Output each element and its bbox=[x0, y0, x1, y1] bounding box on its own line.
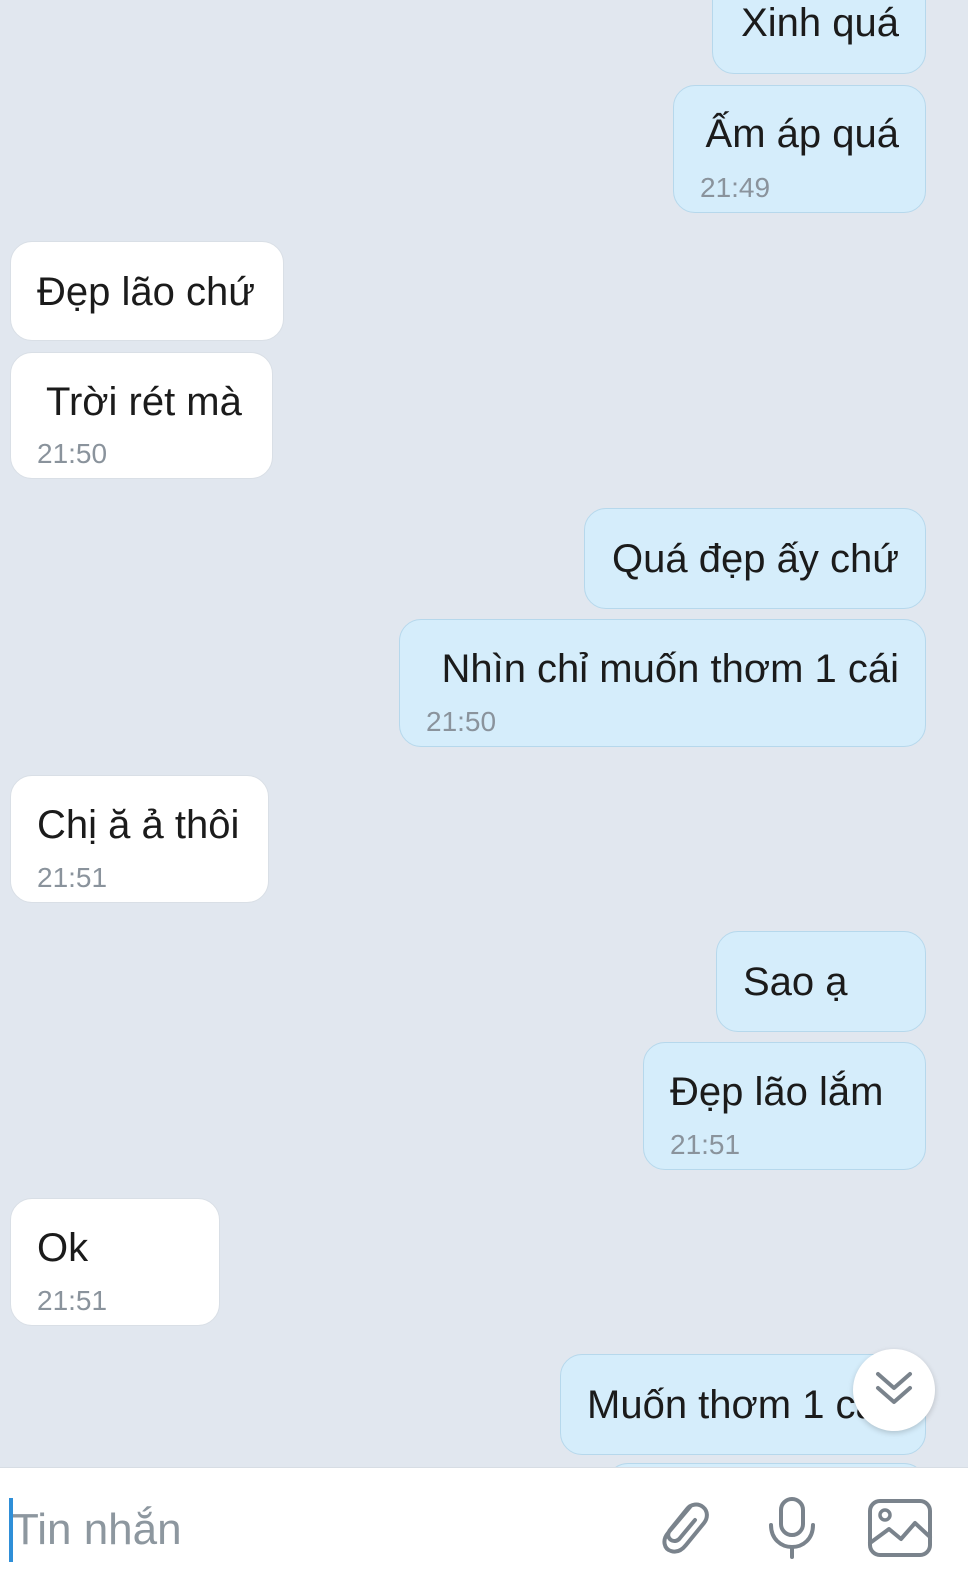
scroll-to-bottom-button[interactable] bbox=[853, 1349, 935, 1431]
message-text: Quá đẹp ấy chứ bbox=[612, 537, 899, 581]
message-bubble-outgoing[interactable]: Đẹp lão lắm 21:51 bbox=[643, 1042, 926, 1170]
message-timestamp: 21:49 bbox=[700, 172, 771, 203]
message-text: Nhìn chỉ muốn thơm 1 cái bbox=[441, 647, 899, 691]
image-icon bbox=[865, 1493, 935, 1568]
paperclip-icon bbox=[648, 1493, 718, 1568]
message-bubble-incoming[interactable]: Trời rét mà 21:50 bbox=[10, 352, 273, 479]
message-timestamp: 21:50 bbox=[426, 706, 497, 737]
double-chevron-down-icon bbox=[872, 1366, 916, 1415]
message-text: Sao ạ bbox=[743, 960, 848, 1004]
message-bubble-incoming[interactable]: Chị ă ả thôi 21:51 bbox=[10, 775, 269, 903]
gallery-button[interactable] bbox=[860, 1490, 940, 1570]
message-text: Ok bbox=[37, 1226, 89, 1270]
message-text: Muốn thơm 1 cái bbox=[587, 1383, 887, 1427]
message-text: Trời rét mà bbox=[46, 380, 242, 424]
chat-history[interactable]: Xinh quá Ấm áp quá 21:49 Đẹp lão chứ Trờ… bbox=[0, 0, 968, 1467]
message-timestamp: 21:50 bbox=[37, 438, 108, 469]
message-timestamp: 21:51 bbox=[37, 1285, 108, 1316]
message-text: Đẹp lão lắm bbox=[670, 1070, 884, 1114]
message-bubble-outgoing[interactable]: Ấm áp quá 21:49 bbox=[673, 85, 926, 213]
attach-button[interactable] bbox=[643, 1490, 723, 1570]
microphone-icon bbox=[757, 1493, 827, 1568]
message-text: Ấm áp quá bbox=[705, 112, 899, 156]
message-input[interactable] bbox=[12, 1490, 622, 1570]
message-bubble-outgoing[interactable]: Sao ạ bbox=[716, 931, 926, 1032]
message-timestamp: 21:51 bbox=[37, 862, 108, 893]
message-text: Chị ă ả thôi bbox=[37, 803, 240, 847]
message-bubble-incoming[interactable]: Ok 21:51 bbox=[10, 1198, 220, 1326]
message-bubble-outgoing[interactable]: Xinh quá bbox=[712, 0, 926, 74]
voice-message-button[interactable] bbox=[752, 1490, 832, 1570]
message-bubble-outgoing[interactable]: Nhìn chỉ muốn thơm 1 cái 21:50 bbox=[399, 619, 926, 747]
message-timestamp: 21:51 bbox=[670, 1129, 741, 1160]
message-bubble-incoming[interactable]: Đẹp lão chứ bbox=[10, 241, 284, 341]
message-composer bbox=[0, 1467, 968, 1595]
message-text: Xinh quá bbox=[741, 1, 899, 45]
message-text: Đẹp lão chứ bbox=[37, 270, 256, 314]
message-bubble-outgoing[interactable]: Quá đẹp ấy chứ bbox=[584, 508, 926, 609]
